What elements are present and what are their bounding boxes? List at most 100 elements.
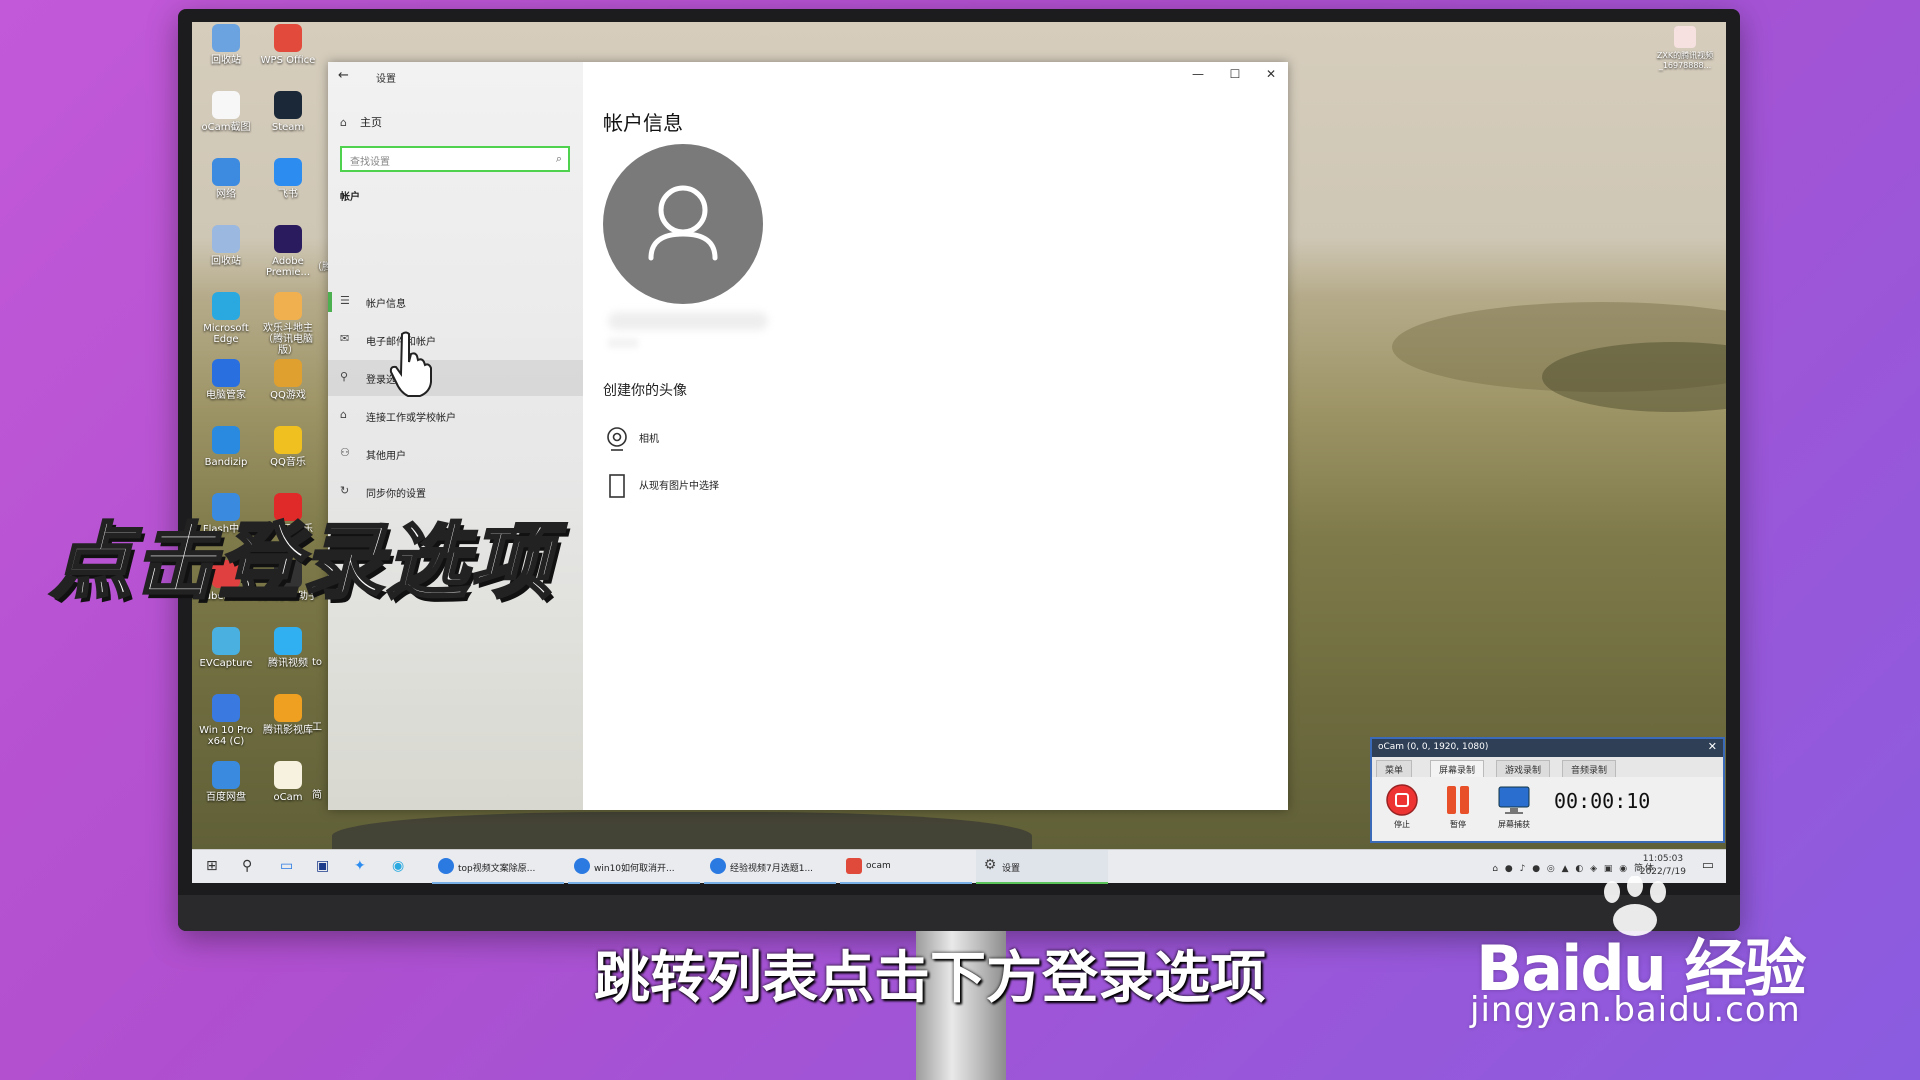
capture-button[interactable]: 屏幕捕获: [1492, 783, 1536, 830]
camera-option[interactable]: 相机: [603, 425, 903, 453]
gear-icon: ⚙: [983, 857, 997, 873]
capture-label: 屏幕捕获: [1498, 820, 1530, 829]
app-icon: [274, 627, 302, 655]
pause-button[interactable]: 暂停: [1436, 783, 1480, 830]
user-name: ZXK的腾讯视频: [1656, 51, 1714, 60]
taskbar-app-label: top视频文案除原...: [458, 864, 536, 874]
recording-timer: 00:00:10: [1554, 789, 1651, 813]
desktop-icon[interactable]: Steam: [258, 91, 318, 133]
desktop-icon-label: WPS Office: [260, 55, 316, 66]
sidebar-home[interactable]: ⌂ 主页: [340, 114, 382, 130]
taskbar-app[interactable]: win10如何取消开...: [568, 850, 700, 884]
start-icon[interactable]: ⊞: [206, 858, 218, 874]
sidebar-item-sign-in-options[interactable]: ⚲ 登录选项: [328, 360, 583, 396]
desktop-icon-label: 网络: [216, 189, 236, 200]
app-icon: [274, 24, 302, 52]
taskbar-app[interactable]: top视频文案除原...: [432, 850, 564, 884]
tab-game-record[interactable]: 游戏录制: [1496, 760, 1551, 777]
search-icon: ⌕: [555, 152, 562, 165]
feishu-icon[interactable]: ✦: [354, 858, 366, 874]
desktop-icon[interactable]: Win 10 Pro x64 (C): [196, 694, 256, 747]
app-icon: [274, 225, 302, 253]
desktop-icon[interactable]: oCam截图: [196, 91, 256, 133]
pause-icon: [1447, 786, 1469, 814]
desktop-icon-label: Adobe Premie...: [265, 256, 311, 278]
desktop-icon[interactable]: oCam: [258, 761, 318, 803]
sidebar-item-label: 连接工作或学校帐户: [366, 413, 456, 424]
sidebar-item-label: 其他用户: [366, 451, 406, 462]
account-info-icon: ☰: [340, 294, 350, 307]
browse-picture-option[interactable]: 从现有图片中选择: [603, 472, 903, 500]
desktop-icon[interactable]: 腾讯视频: [258, 627, 318, 669]
ocam-tabs: 菜单 屏幕录制 游戏录制 音频录制: [1372, 757, 1723, 777]
app-icon: [274, 359, 302, 387]
taskbar-app-label: 设置: [1002, 864, 1021, 874]
search-input[interactable]: 查找设置 ⌕: [340, 146, 570, 172]
edge-icon[interactable]: ◉: [392, 858, 404, 874]
desktop-icon-label: oCam: [273, 792, 303, 803]
overlay-caption: 点击登录选项: [49, 514, 554, 612]
tab-audio-record[interactable]: 音频录制: [1562, 760, 1617, 777]
app-icon: [212, 225, 240, 253]
desktop-icon-label: 百度网盘: [206, 792, 246, 803]
user-account-icon[interactable]: ZXK的腾讯视频 _16978888...: [1640, 26, 1730, 71]
user-id: _16978888...: [1658, 61, 1712, 70]
taskbar-app-label: 经验视频7月选题1...: [730, 864, 814, 874]
desktop-icon[interactable]: 电脑管家: [196, 359, 256, 401]
stop-label: 停止: [1394, 820, 1410, 829]
desktop-icon[interactable]: EVCapture: [196, 627, 256, 669]
app-icon: [274, 91, 302, 119]
desktop-icon[interactable]: 回收站: [196, 225, 256, 267]
blurred-detail: [608, 338, 638, 348]
sidebar-item-account-info[interactable]: ☰ 帐户信息: [328, 284, 583, 320]
desktop-icon-label: 腾讯影视库: [263, 725, 313, 736]
desktop-icon[interactable]: 网络: [196, 158, 256, 200]
notification-icon[interactable]: ▭: [1702, 858, 1714, 873]
settings-window: ⌂ 主页 查找设置 ⌕ 帐户 ☰ 帐户信息 ✉电子邮件和帐户 ⚲登录选项 ⌂ 连接工作或…: [328, 62, 1288, 810]
photoshop-icon[interactable]: ▣: [316, 858, 329, 874]
taskbar-app-label: ocam: [866, 861, 891, 871]
tab-screen-record[interactable]: 屏幕录制: [1430, 760, 1485, 777]
desktop-icon-label: 回收站: [211, 55, 241, 66]
search-icon[interactable]: ⚲: [242, 858, 252, 874]
user-avatar-icon: [1674, 26, 1696, 48]
desktop-icon[interactable]: WPS Office: [258, 24, 318, 66]
desktop-icon[interactable]: 飞书: [258, 158, 318, 200]
avatar-section-heading: 创建你的头像: [603, 383, 687, 399]
app-icon: [212, 359, 240, 387]
desktop-icon[interactable]: Microsoft Edge: [196, 292, 256, 345]
desktop-icon[interactable]: 百度网盘: [196, 761, 256, 803]
stop-button[interactable]: 停止: [1380, 783, 1424, 830]
desktop-icon-label: Microsoft Edge: [203, 323, 249, 345]
desktop-icon-label: 电脑管家: [206, 390, 246, 401]
tab-menu[interactable]: 菜单: [1376, 760, 1413, 777]
back-arrow-icon[interactable]: ←: [338, 68, 349, 83]
home-label: 主页: [360, 116, 382, 129]
desktop-icon[interactable]: 回收站: [196, 24, 256, 66]
taskbar-app[interactable]: ocam: [840, 850, 972, 884]
ocam-logo-icon: [846, 858, 862, 874]
desktop-icon[interactable]: 欢乐斗地主（腾讯电脑版）: [258, 292, 318, 356]
desktop-icon[interactable]: Adobe Premie...: [258, 225, 318, 278]
taskbar-app[interactable]: ⚙ 设置: [976, 850, 1108, 884]
desktop-icon-label: 欢乐斗地主（腾讯电脑版）: [263, 323, 313, 356]
app-icon: [212, 292, 240, 320]
taskbar-app[interactable]: 经验视频7月选题1...: [704, 850, 836, 884]
search-placeholder: 查找设置: [350, 157, 390, 168]
sidebar-item-other-users[interactable]: ⚇ 其他用户: [328, 436, 583, 472]
task-view-icon[interactable]: ▭: [280, 858, 293, 874]
sidebar-item-work-school[interactable]: ⌂ 连接工作或学校帐户: [328, 398, 583, 434]
desktop-icon[interactable]: Bandizip: [196, 426, 256, 468]
close-icon[interactable]: ✕: [1708, 740, 1717, 753]
desktop-icon[interactable]: QQ音乐: [258, 426, 318, 468]
taskbar: ⊞ ⚲ ▭ ▣ ✦ ◉ top视频文案除原... win10如何取消开... 经…: [192, 849, 1726, 884]
maximize-button[interactable]: ☐: [1225, 67, 1245, 81]
close-button[interactable]: ✕: [1261, 67, 1281, 81]
minimize-button[interactable]: —: [1188, 67, 1208, 81]
system-tray-icons[interactable]: ⌂ ● ♪ ● ◎ ▲ ◐ ◈ ▣ ◉ 简体: [1492, 861, 1656, 874]
desktop-icon[interactable]: QQ游戏: [258, 359, 318, 401]
app-icon: [212, 91, 240, 119]
desktop-icon[interactable]: 腾讯影视库: [258, 694, 318, 736]
sidebar-item-email-accounts[interactable]: ✉电子邮件和帐户: [328, 322, 583, 358]
desktop-icon-label: 回收站: [211, 256, 241, 267]
